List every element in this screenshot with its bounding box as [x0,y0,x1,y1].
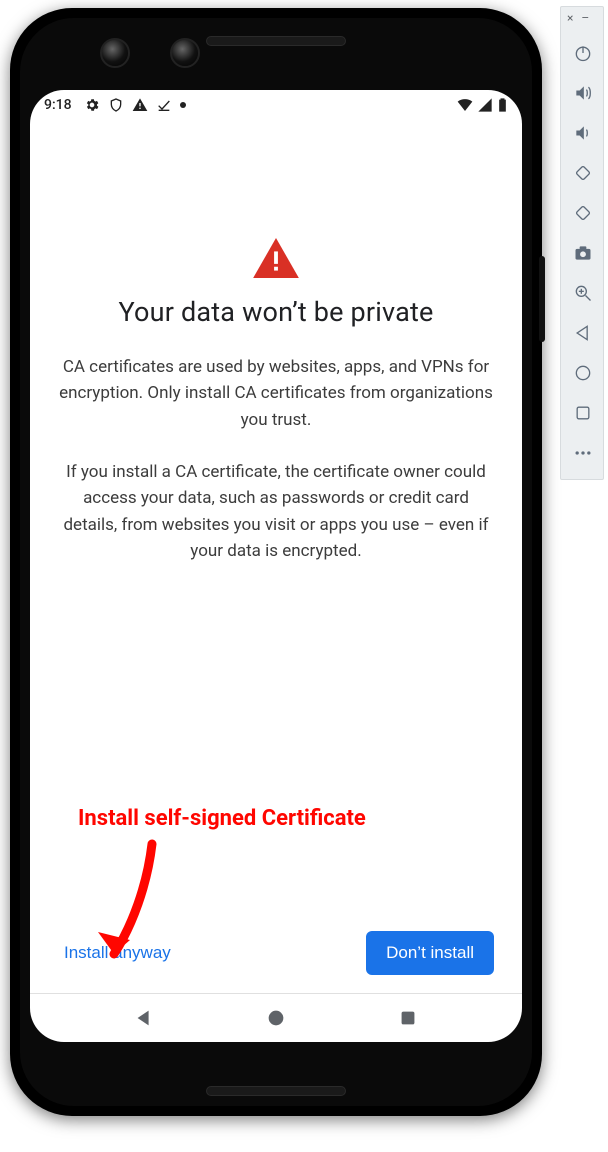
emulator-recents-button[interactable] [561,393,605,433]
wifi-icon [457,97,473,113]
dialog-paragraph-2: If you install a CA certificate, the cer… [52,459,500,564]
warning-triangle-icon [253,238,299,278]
navigation-bar [30,994,522,1042]
emulator-volume-up-button[interactable] [561,73,605,113]
nav-recents-button[interactable] [396,1006,420,1030]
install-anyway-button[interactable]: Install anyway [58,933,177,973]
emulator-close-button[interactable]: × [567,11,573,25]
back-icon [573,323,593,343]
emulator-toolbar: × – [560,6,604,480]
more-icon [573,443,593,463]
emulator-screenshot-button[interactable] [561,233,605,273]
warning-icon [132,97,148,113]
emulator-back-button[interactable] [561,313,605,353]
home-icon [265,1007,287,1029]
power-icon [573,43,593,63]
status-bar: 9:18 [30,90,522,120]
dialog-paragraph-1: CA certificates are used by websites, ap… [52,354,500,433]
nav-home-button[interactable] [264,1006,288,1030]
emulator-power-button[interactable] [561,33,605,73]
volume-down-icon [573,123,593,143]
zoom-icon [573,283,593,303]
rotate-left-icon [573,163,593,183]
phone-frame: 9:18 [10,8,542,1116]
rotate-right-icon [573,203,593,223]
phone-screen: 9:18 [30,90,522,1042]
emulator-home-button[interactable] [561,353,605,393]
home-icon [573,363,593,383]
dialog-button-row: Install anyway Don’t install [52,917,500,993]
emulator-minimize-button[interactable]: – [581,11,589,25]
dot-icon [180,102,186,108]
speaker-bottom [206,1086,346,1096]
signal-icon [477,97,493,113]
dialog-content: Your data won’t be private CA certificat… [30,120,522,993]
dialog-title: Your data won’t be private [52,296,500,328]
emulator-volume-down-button[interactable] [561,113,605,153]
power-button-physical [539,256,545,342]
recents-icon [573,403,593,423]
emulator-rotate-left-button[interactable] [561,153,605,193]
gear-icon [84,97,100,113]
front-camera-2 [170,38,200,68]
status-time: 9:18 [44,97,72,113]
shield-icon [108,97,124,113]
camera-icon [573,243,593,263]
emulator-rotate-right-button[interactable] [561,193,605,233]
dont-install-button[interactable]: Don’t install [366,931,494,975]
back-icon [133,1007,155,1029]
emulator-more-button[interactable] [561,433,605,473]
front-camera-1 [100,38,130,68]
emulator-window-controls: × – [561,7,603,33]
emulator-zoom-button[interactable] [561,273,605,313]
speaker-top [206,36,346,46]
volume-up-icon [573,83,593,103]
nav-back-button[interactable] [132,1006,156,1030]
battery-icon [497,97,508,113]
recents-icon [397,1007,419,1029]
check-icon [156,97,172,113]
